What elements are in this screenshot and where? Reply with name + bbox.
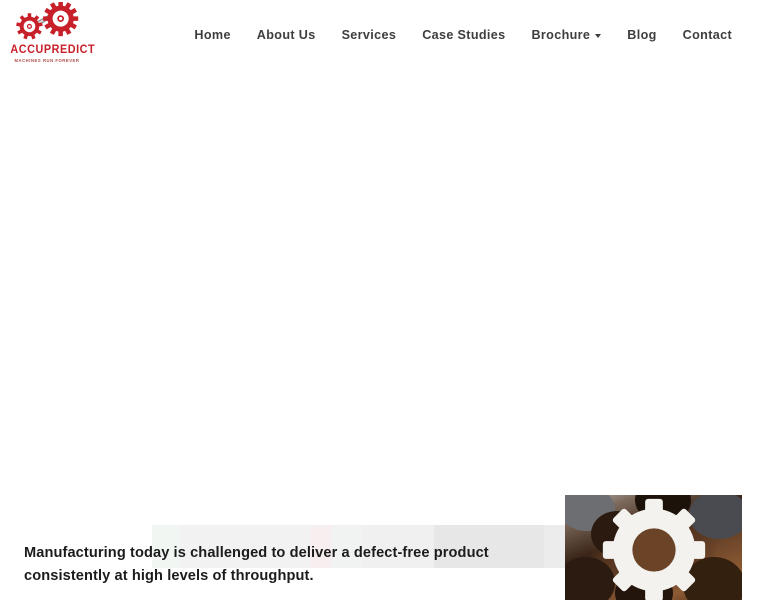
nav-services-label: Services (341, 28, 397, 42)
nav-contact-label: Contact (682, 28, 732, 42)
brand-logo-link[interactable]: ACCUPREDICT MACHINES RUN FOREVER (8, 1, 96, 70)
hero-image (565, 495, 742, 600)
chevron-down-icon (595, 33, 602, 38)
page-body: Manufacturing today is challenged to del… (0, 74, 760, 600)
nav-about-us-label: About Us (256, 28, 316, 42)
nav-case-studies-label: Case Studies (422, 28, 506, 42)
white-gear-icon (595, 495, 713, 600)
nav-blog-label: Blog (627, 28, 657, 42)
nav-brochure[interactable]: Brochure (518, 25, 614, 46)
site-header: ACCUPREDICT MACHINES RUN FOREVER Home Ab… (0, 0, 760, 74)
nav-case-studies[interactable]: Case Studies (409, 25, 518, 46)
nav-blog[interactable]: Blog (614, 25, 669, 46)
brand-tagline: MACHINES RUN FOREVER (14, 58, 80, 63)
nav-brochure-label: Brochure (531, 28, 591, 42)
brand-wordmark: ACCUPREDICT (10, 44, 96, 56)
nav-home-label: Home (194, 28, 231, 42)
nav-about-us[interactable]: About Us (244, 25, 329, 46)
two-gears-icon (8, 1, 86, 44)
nav-contact[interactable]: Contact (670, 25, 748, 46)
main-navigation: Home About Us Services Case Studies Broc… (181, 25, 748, 46)
nav-services[interactable]: Services (329, 25, 410, 46)
hero-headline: Manufacturing today is challenged to del… (24, 544, 489, 584)
nav-home[interactable]: Home (181, 25, 243, 46)
